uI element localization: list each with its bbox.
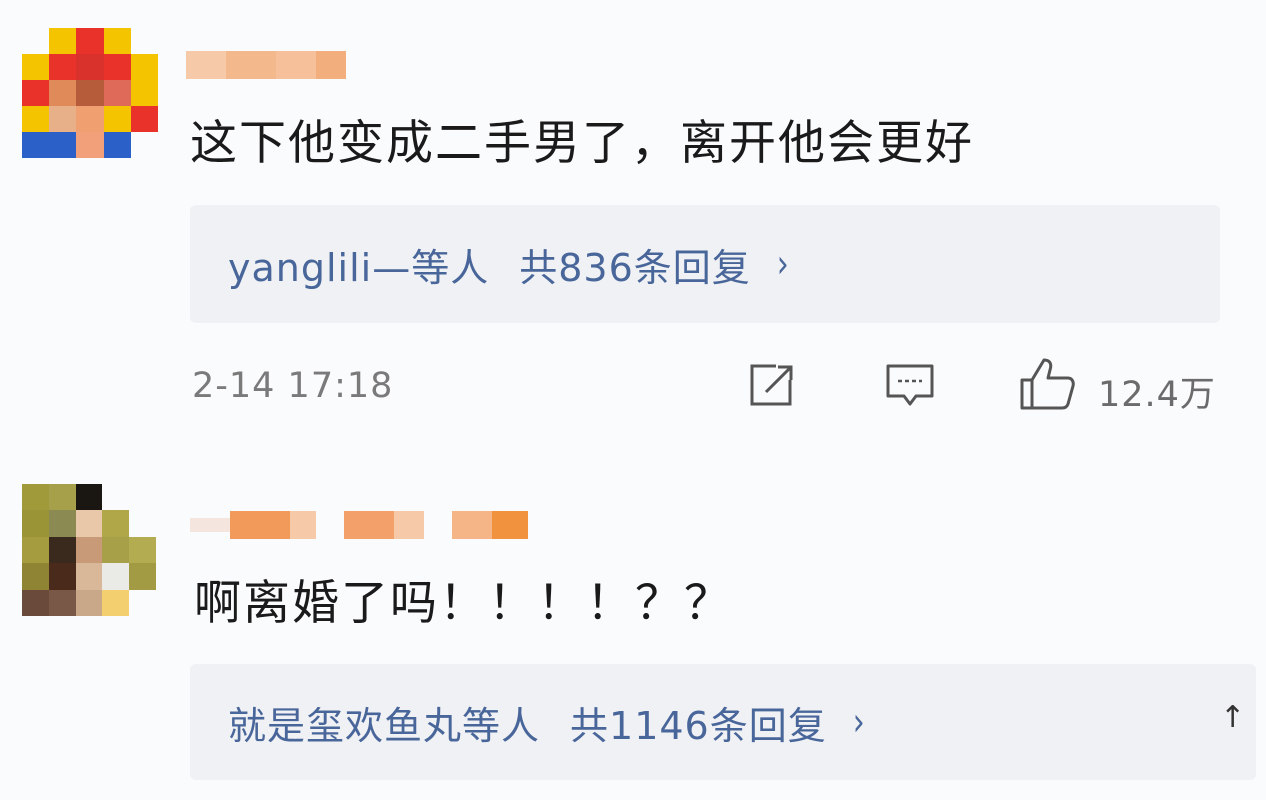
chevron-right-icon: ›: [776, 241, 790, 287]
comment-text: 啊离婚了吗！！！！？？: [194, 576, 733, 631]
like-count: 12.4万: [1098, 375, 1216, 415]
reply-summary[interactable]: 就是玺欢鱼丸等人 共1146条回复 ›: [190, 664, 1256, 780]
comment-item: 啊离婚了吗！！！！？？ 就是玺欢鱼丸等人 共1146条回复 › ↑: [0, 440, 1266, 800]
reply-count: 共1146条回复: [570, 703, 827, 748]
avatar[interactable]: [22, 484, 156, 616]
thumbs-up-icon[interactable]: [1018, 356, 1076, 412]
comment-item: 这下他变成二手男了，离开他会更好 yanglili—等人 共836条回复 › 2…: [0, 0, 1266, 440]
share-icon[interactable]: [746, 362, 796, 408]
chevron-right-icon: ›: [852, 699, 866, 745]
scroll-to-top-icon[interactable]: ↑: [1220, 700, 1245, 735]
username-blurred[interactable]: [186, 50, 346, 80]
comment-icon[interactable]: [884, 362, 936, 410]
comment-text: 这下他变成二手男了，离开他会更好: [190, 116, 974, 171]
reply-users: yanglili—等人: [228, 245, 490, 290]
reply-users: 就是玺欢鱼丸等人: [228, 703, 541, 748]
reply-summary[interactable]: yanglili—等人 共836条回复 ›: [190, 205, 1220, 323]
avatar[interactable]: [22, 28, 158, 158]
username-blurred[interactable]: [190, 510, 528, 540]
reply-count: 共836条回复: [519, 245, 751, 290]
timestamp: 2-14 17:18: [192, 366, 394, 406]
